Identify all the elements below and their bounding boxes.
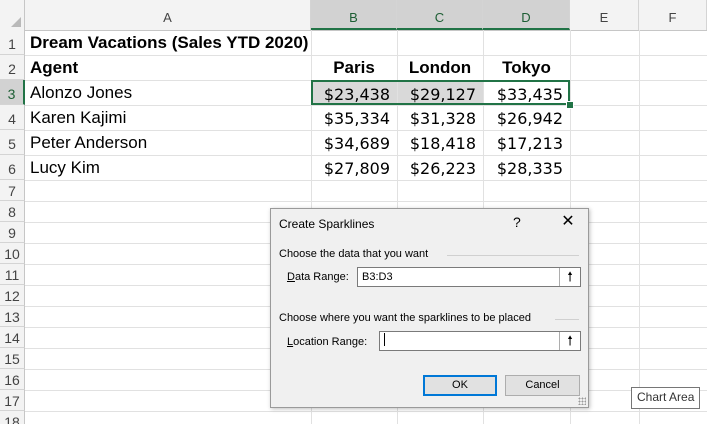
row-header-11[interactable]: 11 [0, 264, 25, 285]
cell-d5-value[interactable]: $17,213 [483, 130, 570, 155]
cell-b4-value[interactable]: $35,334 [311, 105, 397, 130]
row-header-2[interactable]: 2 [0, 55, 25, 80]
cell-d4-value[interactable]: $26,942 [483, 105, 570, 130]
cell-b6-value[interactable]: $27,809 [311, 155, 397, 180]
dialog-title: Create Sparklines [279, 217, 375, 231]
select-all-corner[interactable] [0, 0, 25, 30]
select-all-triangle-icon [11, 17, 21, 27]
row-header-3[interactable]: 3 [0, 80, 25, 105]
ok-button[interactable]: OK [423, 375, 497, 396]
cell-b5-value[interactable]: $34,689 [311, 130, 397, 155]
close-icon[interactable]: ✕ [555, 211, 581, 233]
cell-a3-agent-name[interactable]: Alonzo Jones [30, 80, 132, 105]
column-header-e[interactable]: E [570, 0, 639, 30]
cell-c4-value[interactable]: $31,328 [397, 105, 483, 130]
data-range-label: Data Range: [287, 271, 349, 283]
row-header-18[interactable]: 18 [0, 411, 25, 424]
cell-b2-paris-header[interactable]: Paris [311, 55, 397, 80]
data-range-value: B3:D3 [362, 271, 393, 283]
text-cursor [384, 333, 385, 347]
row-header-9[interactable]: 9 [0, 222, 25, 243]
column-header-f[interactable]: F [639, 0, 707, 30]
cell-c5-value[interactable]: $18,418 [397, 130, 483, 155]
column-header-c[interactable]: C [397, 0, 483, 30]
cell-a1-title[interactable]: Dream Vacations (Sales YTD 2020) [30, 30, 308, 55]
row-header-5[interactable]: 5 [0, 130, 25, 155]
group-divider [447, 255, 579, 256]
location-range-collapse-button[interactable]: 🠕 [559, 332, 580, 350]
cell-a4-agent-name[interactable]: Karen Kajimi [30, 105, 126, 130]
collapse-arrow-icon: 🠕 [567, 269, 573, 284]
location-range-label: Location Range: [287, 336, 367, 348]
selection-outline [311, 80, 570, 105]
row-header-16[interactable]: 16 [0, 369, 25, 390]
cell-a6-agent-name[interactable]: Lucy Kim [30, 155, 100, 180]
row-header-14[interactable]: 14 [0, 327, 25, 348]
row-header-1[interactable]: 1 [0, 30, 25, 55]
cancel-button[interactable]: Cancel [505, 375, 580, 396]
gridline [25, 201, 707, 202]
gridline [25, 180, 707, 181]
location-range-input[interactable]: 🠕 [379, 331, 581, 351]
fill-handle[interactable] [566, 101, 574, 109]
cell-d2-tokyo-header[interactable]: Tokyo [483, 55, 570, 80]
data-group-label: Choose the data that you want [279, 248, 429, 260]
create-sparklines-dialog: Create Sparklines ? ✕ Choose the data th… [270, 208, 589, 408]
resize-grip-icon[interactable] [578, 397, 586, 405]
cell-a2-agent-header[interactable]: Agent [30, 55, 78, 80]
row-header-7[interactable]: 7 [0, 180, 25, 201]
data-range-collapse-button[interactable]: 🠕 [559, 268, 580, 286]
row-header-17[interactable]: 17 [0, 390, 25, 411]
cell-d6-value[interactable]: $28,335 [483, 155, 570, 180]
data-range-label-accesskey: D [287, 271, 295, 283]
row-header-12[interactable]: 12 [0, 285, 25, 306]
cell-a5-agent-name[interactable]: Peter Anderson [30, 130, 147, 155]
location-range-label-text: ocation Range: [293, 336, 368, 348]
location-group-label: Choose where you want the sparklines to … [279, 312, 531, 324]
cell-c6-value[interactable]: $26,223 [397, 155, 483, 180]
chart-area-tooltip: Chart Area [631, 387, 701, 409]
row-header-10[interactable]: 10 [0, 243, 25, 264]
row-header-8[interactable]: 8 [0, 201, 25, 222]
help-icon[interactable]: ? [513, 214, 521, 230]
column-header-b[interactable]: B [311, 0, 397, 30]
row-header-13[interactable]: 13 [0, 306, 25, 327]
column-header-d[interactable]: D [483, 0, 570, 30]
row-header-4[interactable]: 4 [0, 105, 25, 130]
group-divider [555, 319, 579, 320]
row-header-15[interactable]: 15 [0, 348, 25, 369]
data-range-input[interactable]: B3:D3 🠕 [357, 267, 581, 287]
row-header-6[interactable]: 6 [0, 155, 25, 180]
gridline [25, 411, 707, 412]
column-header-a[interactable]: A [25, 0, 311, 30]
data-range-label-text: ata Range: [294, 271, 349, 283]
collapse-arrow-icon: 🠕 [567, 333, 573, 348]
column-header-bar: A B C D E F [0, 0, 707, 31]
cell-c2-london-header[interactable]: London [397, 55, 483, 80]
gridline [639, 30, 640, 424]
